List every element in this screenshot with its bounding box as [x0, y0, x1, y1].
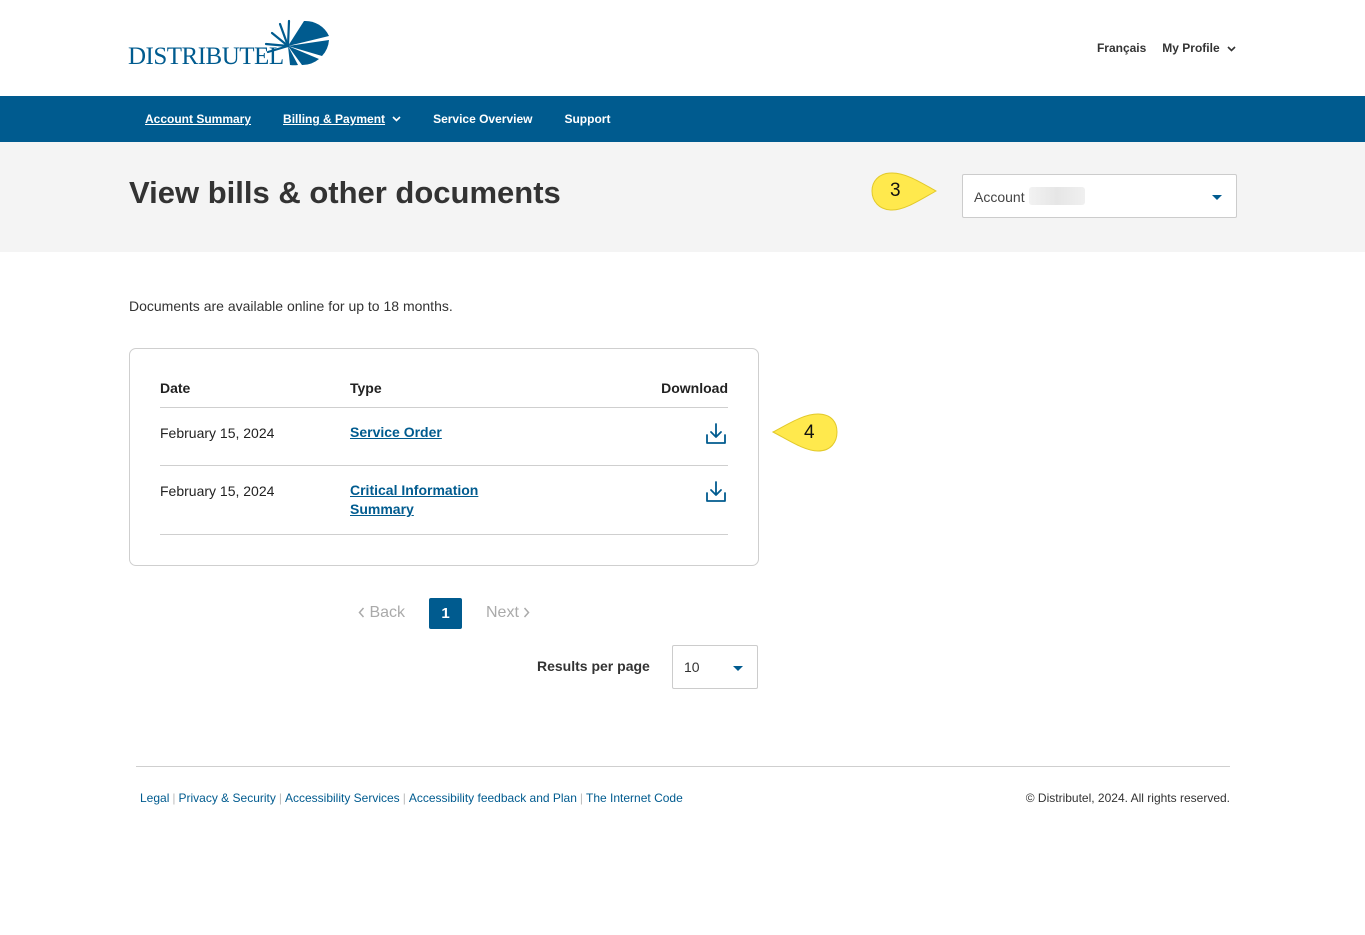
row-divider	[160, 534, 728, 535]
row-date: February 15, 2024	[160, 425, 275, 441]
documents-table: Date Type Download February 15, 2024 Ser…	[129, 348, 759, 566]
document-link-line: Summary	[350, 501, 414, 517]
column-header-date: Date	[160, 380, 191, 396]
footer-divider	[136, 766, 1230, 767]
availability-note: Documents are available online for up to…	[129, 298, 453, 314]
header-divider	[160, 407, 728, 408]
column-header-type: Type	[350, 380, 382, 396]
download-icon[interactable]	[705, 422, 727, 446]
logo-starburst-icon	[264, 19, 329, 66]
results-per-page-select[interactable]: 10	[672, 645, 758, 689]
footer-separator: |	[402, 791, 406, 805]
nav-support[interactable]: Support	[564, 112, 610, 126]
header-utility-links: Français My Profile	[1097, 41, 1236, 55]
pagination-back-label: Back	[369, 604, 406, 621]
footer-separator: |	[172, 791, 176, 805]
document-link-service-order[interactable]: Service Order	[350, 423, 442, 442]
nav-billing-payment[interactable]: Billing & Payment	[283, 112, 401, 126]
nav-service-overview[interactable]: Service Overview	[433, 112, 532, 126]
footer-link-accessibility-feedback[interactable]: Accessibility feedback and Plan	[409, 791, 577, 805]
account-number-redacted	[1029, 187, 1085, 205]
page-title: View bills & other documents	[129, 175, 561, 210]
document-link-critical-information-summary[interactable]: Critical Information Summary	[350, 481, 478, 519]
row-divider	[160, 465, 728, 466]
callout-bubble-icon	[871, 172, 938, 211]
footer-separator: |	[278, 791, 282, 805]
chevron-right-icon	[524, 607, 530, 618]
chevron-down-icon	[392, 116, 401, 122]
footer-separator: |	[579, 791, 584, 805]
results-per-page-label: Results per page	[537, 658, 650, 674]
main-nav: Account Summary Billing & Payment Servic…	[0, 96, 1365, 142]
page-header-band: View bills & other documents 3 Account	[0, 142, 1365, 252]
account-select-label: Account	[974, 189, 1025, 205]
pagination-next[interactable]: Next	[486, 604, 530, 622]
chevron-down-icon	[1227, 46, 1236, 52]
footer-link-privacy-security[interactable]: Privacy & Security	[179, 791, 276, 805]
footer-link-legal[interactable]: Legal	[140, 791, 169, 805]
row-date: February 15, 2024	[160, 483, 275, 499]
footer-links: Legal | Privacy & Security | Accessibili…	[140, 791, 683, 805]
my-profile-menu[interactable]: My Profile	[1162, 41, 1236, 55]
copyright-text: © Distributel, 2024. All rights reserved…	[1025, 791, 1230, 805]
chevron-left-icon	[358, 607, 365, 618]
caret-down-icon	[733, 666, 743, 671]
distributel-logo[interactable]: DISTRIBUTEL	[128, 18, 333, 70]
callout-number: 3	[890, 180, 901, 201]
site-header: DISTRIBUTEL Français My Profile	[0, 0, 1365, 96]
callout-number: 4	[804, 422, 815, 443]
nav-account-summary[interactable]: Account Summary	[145, 112, 251, 126]
account-select[interactable]: Account	[962, 174, 1237, 218]
column-header-download: Download	[661, 380, 728, 396]
callout-marker-3: 3	[870, 170, 940, 219]
footer-link-accessibility-services[interactable]: Accessibility Services	[285, 791, 400, 805]
footer-link-internet-code[interactable]: The Internet Code	[586, 791, 683, 805]
pagination-page-current[interactable]: 1	[429, 598, 462, 629]
document-link-line: Critical Information	[350, 482, 479, 498]
language-toggle-link[interactable]: Français	[1097, 41, 1146, 55]
caret-down-icon	[1212, 195, 1222, 200]
callout-marker-4: 4	[770, 411, 840, 460]
my-profile-label: My Profile	[1162, 41, 1220, 55]
nav-billing-payment-label: Billing & Payment	[283, 112, 386, 126]
results-per-page-value: 10	[684, 659, 700, 675]
pagination-back[interactable]: Back	[358, 604, 405, 622]
download-icon[interactable]	[705, 480, 727, 504]
pagination-next-label: Next	[486, 604, 519, 621]
